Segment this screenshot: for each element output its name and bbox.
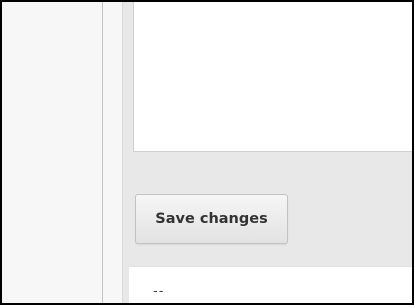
sidebar-gutter	[103, 2, 122, 303]
footer-area: --	[129, 266, 412, 303]
app-window: Save changes --	[0, 0, 414, 305]
left-sidebar	[2, 2, 102, 303]
footer-text: --	[153, 284, 165, 299]
save-changes-button[interactable]: Save changes	[135, 194, 288, 244]
text-editor-area[interactable]	[133, 2, 412, 152]
